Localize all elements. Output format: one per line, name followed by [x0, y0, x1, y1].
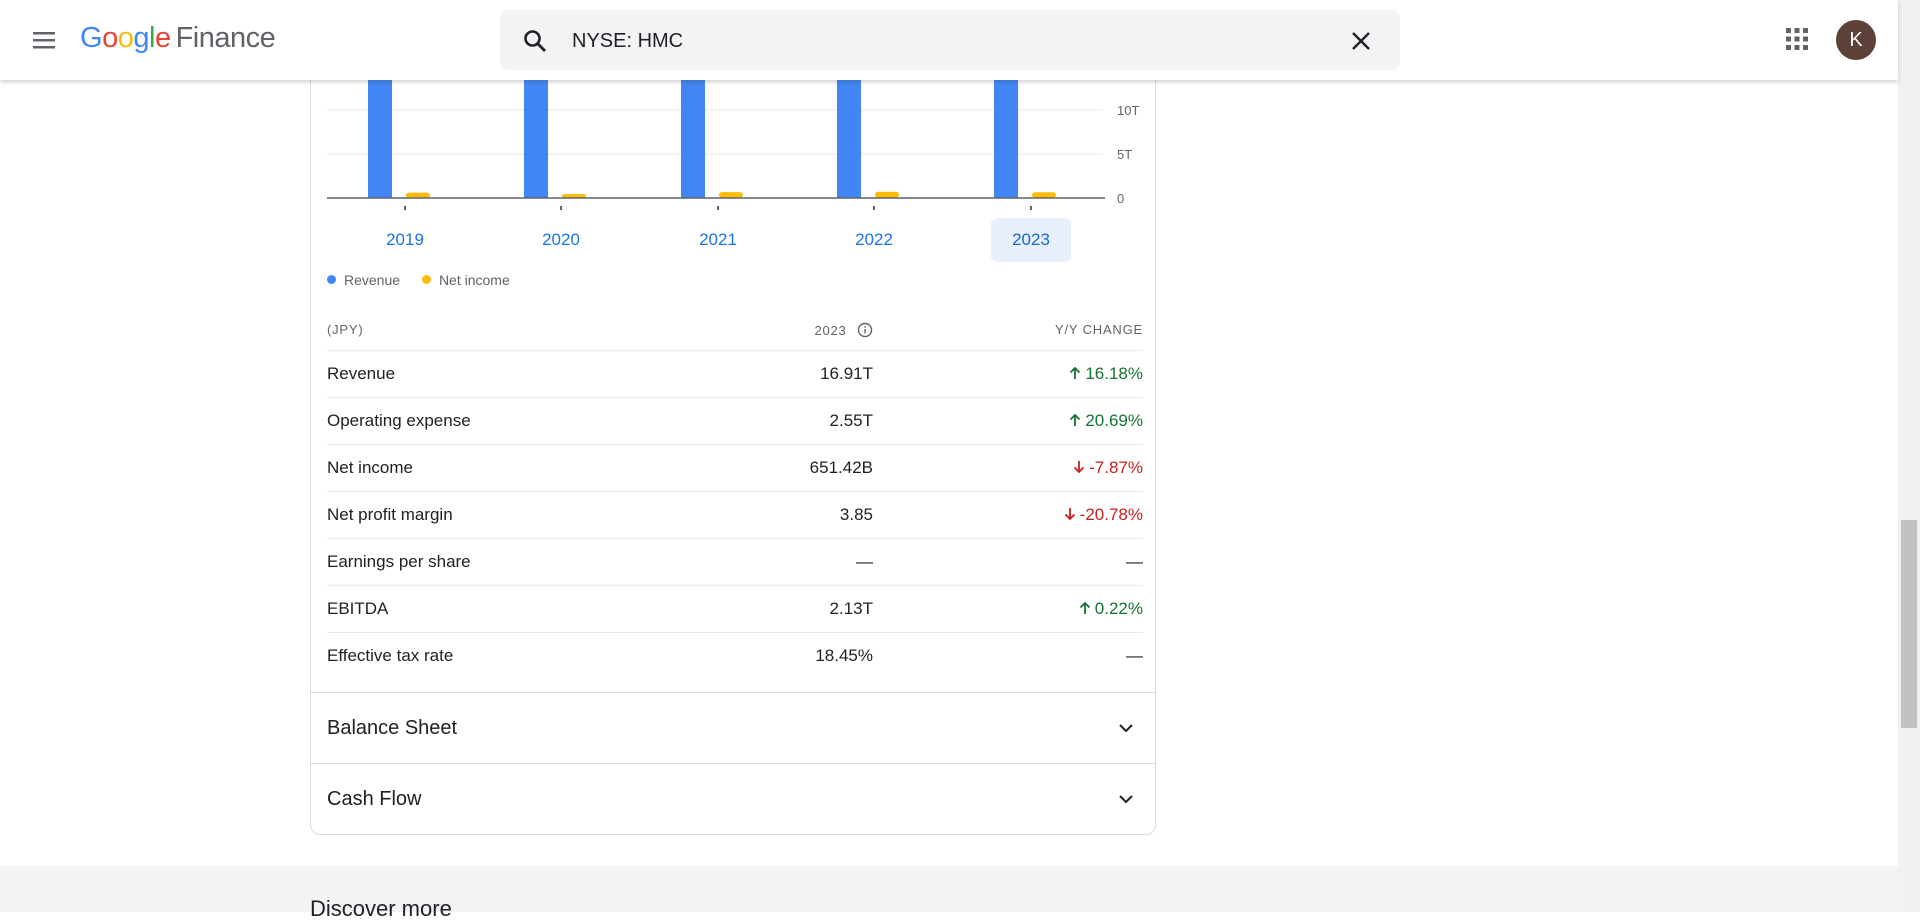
year-button-2023[interactable]: 2023: [991, 218, 1071, 262]
row-change-value: 0.22%: [1094, 599, 1143, 618]
balance-sheet-label: Balance Sheet: [327, 717, 458, 739]
table-row: Net profit margin 3.85 -20.78%: [327, 491, 1143, 538]
arrow-up-icon: [1079, 601, 1090, 614]
row-label: Operating expense: [327, 411, 471, 430]
row-change-value: 20.69%: [1085, 411, 1143, 430]
table-row: Effective tax rate 18.45% —: [327, 632, 1143, 679]
period-header: 2023: [814, 322, 873, 338]
row-change-value: 16.18%: [1085, 364, 1143, 383]
net-income-bar: [875, 191, 899, 198]
legend-revenue: Revenue: [327, 272, 400, 288]
revenue-bar: [994, 80, 1018, 198]
row-change: —: [1126, 646, 1143, 666]
row-change-value: -7.87%: [1089, 458, 1143, 477]
row-change: 0.22%: [1078, 599, 1143, 619]
revenue-bar: [524, 80, 548, 198]
google-apps-icon[interactable]: [1784, 26, 1810, 52]
row-label: Earnings per share: [327, 552, 471, 571]
row-change: -20.78%: [1063, 505, 1143, 525]
table-row: EBITDA 2.13T 0.22%: [327, 585, 1143, 632]
row-label: Revenue: [327, 364, 396, 383]
scrollbar-thumb[interactable]: [1901, 520, 1917, 728]
year-button-2020[interactable]: 2020: [521, 218, 601, 262]
row-change: -7.87%: [1072, 458, 1143, 478]
year-button-2021[interactable]: 2021: [678, 218, 758, 262]
search-box: [500, 10, 1400, 70]
search-input[interactable]: [570, 24, 1274, 58]
main-menu-icon[interactable]: [28, 24, 60, 56]
row-value: 16.91T: [820, 364, 873, 383]
google-finance-logo[interactable]: Google Finance: [80, 22, 276, 55]
balance-sheet-section[interactable]: Balance Sheet: [311, 692, 1155, 763]
row-change-value: —: [1126, 552, 1143, 571]
currency-header: (JPY): [327, 322, 364, 337]
row-value: 2.55T: [829, 411, 873, 430]
row-change: 20.69%: [1068, 411, 1143, 431]
arrow-up-icon: [1070, 413, 1081, 426]
arrow-down-icon: [1073, 461, 1085, 474]
chart-legend: Revenue Net income: [327, 272, 528, 288]
clear-search-icon[interactable]: [1348, 28, 1374, 54]
year-button-2019[interactable]: 2019: [365, 218, 445, 262]
year-button-2022[interactable]: 2022: [834, 218, 914, 262]
row-label: EBITDA: [327, 599, 389, 618]
row-change-value: -20.78%: [1079, 505, 1143, 524]
search-icon[interactable]: [522, 28, 548, 54]
row-value: 18.45%: [815, 646, 873, 665]
arrow-up-icon: [1070, 366, 1081, 379]
cash-flow-label: Cash Flow: [327, 788, 422, 810]
row-change: —: [1126, 552, 1143, 572]
chevron-down-icon: [1119, 795, 1133, 804]
yoy-change-header: Y/Y CHANGE: [1055, 322, 1143, 337]
row-label: Net profit margin: [327, 505, 453, 524]
page-scrollbar[interactable]: [1898, 0, 1920, 912]
y-tick-label: 10T: [1117, 103, 1139, 118]
y-tick-label: 0: [1117, 191, 1124, 206]
net-income-bar: [1032, 192, 1056, 198]
table-row: Revenue 16.91T 16.18%: [327, 350, 1143, 397]
income-statement-card: 0 5T 10T 2019 2020 2021 2022 2023 Revenue Net …: [310, 40, 1156, 835]
revenue-bar: [681, 80, 705, 198]
row-value: —: [856, 552, 873, 571]
table-header: (JPY) 2023 Y/Y CHANGE: [327, 310, 1143, 350]
row-label: Net income: [327, 458, 413, 477]
cash-flow-section[interactable]: Cash Flow: [311, 763, 1155, 834]
arrow-down-icon: [1064, 508, 1075, 521]
revenue-bar: [837, 80, 861, 198]
income-statement-table: (JPY) 2023 Y/Y CHANGE Revenue 16.91T 16.18…: [327, 310, 1143, 679]
chevron-down-icon: [1119, 724, 1133, 733]
row-value: 2.13T: [829, 599, 873, 618]
row-value: 3.85: [839, 505, 873, 524]
discover-more-section: Discover more: [0, 866, 1898, 921]
row-change: 16.18%: [1068, 364, 1143, 384]
discover-more-title: Discover more: [310, 896, 452, 921]
legend-net-income: Net income: [421, 272, 510, 288]
row-value: 651.42B: [809, 458, 873, 477]
revenue-bar: [368, 80, 392, 198]
net-income-bar: [719, 192, 743, 198]
y-tick-label: 5T: [1117, 147, 1132, 162]
app-header: GoogleFinance K: [0, 0, 1898, 80]
row-change-value: —: [1126, 646, 1143, 665]
table-row: Earnings per share — —: [327, 538, 1143, 585]
row-label: Effective tax rate: [327, 646, 454, 665]
table-row: Net income 651.42B -7.87%: [327, 444, 1143, 491]
info-icon[interactable]: [857, 322, 873, 338]
net-income-bar: [406, 192, 430, 198]
account-avatar[interactable]: K: [1836, 20, 1876, 60]
table-row: Operating expense 2.55T 20.69%: [327, 397, 1143, 444]
